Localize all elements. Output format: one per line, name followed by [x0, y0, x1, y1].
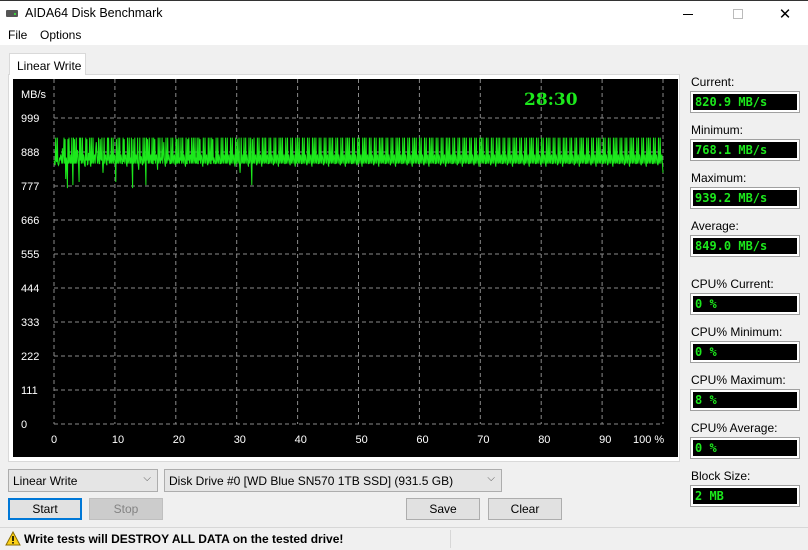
window-title: AIDA64 Disk Benchmark — [25, 6, 163, 20]
stat-label: Average: — [691, 219, 739, 233]
y-tick-label: 888 — [21, 147, 39, 159]
y-tick-label: 555 — [21, 249, 39, 261]
x-tick-label: 50 — [356, 434, 368, 446]
y-axis-label: MB/s — [21, 89, 47, 101]
x-tick-label: 30 — [234, 434, 246, 446]
stat-label: Minimum: — [691, 123, 744, 137]
clear-button[interactable]: Clear — [488, 498, 562, 520]
maximize-button[interactable] — [715, 1, 761, 27]
stop-button[interactable]: Stop — [89, 498, 163, 520]
elapsed-timer: 28:30 — [524, 90, 578, 110]
y-tick-label: 444 — [21, 283, 39, 295]
stat-value: 849.0 MB/s — [690, 235, 800, 257]
x-tick-label: 40 — [295, 434, 307, 446]
stat-label: Maximum: — [691, 171, 747, 185]
minimize-button[interactable] — [665, 1, 711, 27]
stat-label: CPU% Average: — [691, 421, 778, 435]
status-divider — [450, 530, 451, 548]
disk-drive-icon — [6, 10, 18, 17]
x-tick-label: 80 — [538, 434, 550, 446]
stat-value: 0 % — [690, 341, 800, 363]
x-tick-label: 10 — [112, 434, 124, 446]
drive-value: Disk Drive #0 [WD Blue SN570 1TB SSD] (9… — [169, 474, 454, 488]
x-tick-label: 90 — [599, 434, 611, 446]
y-tick-label: 999 — [21, 113, 39, 125]
x-tick-label: 100 % — [633, 434, 664, 446]
y-tick-label: 111 — [21, 385, 38, 397]
stat-value: 2 MB — [690, 485, 800, 507]
y-tick-label: 777 — [21, 181, 39, 193]
chart-canvas: 0 111 222 333 444 555 666 777 888 999 0 10 20 30 40 50 6… — [21, 79, 664, 446]
stat-value: 0 % — [690, 293, 800, 315]
x-tick-label: 60 — [416, 434, 428, 446]
x-tick-label: 20 — [173, 434, 185, 446]
menu-options[interactable]: Options — [40, 28, 81, 42]
status-bar: Write tests will DESTROY ALL DATA on the… — [0, 527, 808, 550]
chevron-down-icon: ⌵ — [143, 473, 151, 484]
stat-value: 0 % — [690, 437, 800, 459]
test-type-value: Linear Write — [13, 474, 78, 488]
menu-file[interactable]: File — [8, 28, 27, 42]
menu-bar: File Options — [0, 26, 808, 45]
y-tick-label: 0 — [21, 419, 27, 431]
save-button[interactable]: Save — [406, 498, 480, 520]
start-button[interactable]: Start — [8, 498, 82, 520]
stat-value: 939.2 MB/s — [690, 187, 800, 209]
stat-value: 820.9 MB/s — [690, 91, 800, 113]
close-button[interactable]: ✕ — [762, 1, 808, 27]
x-tick-label: 0 — [51, 434, 57, 446]
stat-value: 8 % — [690, 389, 800, 411]
stat-value: 768.1 MB/s — [690, 139, 800, 161]
y-tick-label: 666 — [21, 215, 39, 227]
chevron-down-icon: ⌵ — [487, 473, 495, 484]
warning-message: Write tests will DESTROY ALL DATA on the… — [24, 532, 344, 546]
close-icon: ✕ — [778, 6, 792, 23]
maximize-icon — [733, 9, 743, 19]
x-tick-label: 70 — [477, 434, 489, 446]
stat-label: CPU% Minimum: — [691, 325, 783, 339]
drive-select[interactable]: Disk Drive #0 [WD Blue SN570 1TB SSD] (9… — [164, 469, 502, 492]
tab-linear-write[interactable]: Linear Write — [9, 53, 86, 75]
y-tick-label: 333 — [21, 317, 39, 329]
stat-label: Block Size: — [691, 469, 751, 483]
test-type-select[interactable]: Linear Write ⌵ — [8, 469, 158, 492]
benchmark-chart: 0 111 222 333 444 555 666 777 888 999 0 10 20 30 40 50 6… — [13, 79, 678, 457]
y-tick-label: 222 — [21, 351, 39, 363]
title-bar: AIDA64 Disk Benchmark ✕ — [0, 0, 808, 26]
stat-label: Current: — [691, 75, 735, 89]
stat-label: CPU% Current: — [691, 277, 774, 291]
warning-icon — [5, 531, 21, 546]
stat-label: CPU% Maximum: — [691, 373, 786, 387]
minimize-icon — [683, 13, 693, 15]
